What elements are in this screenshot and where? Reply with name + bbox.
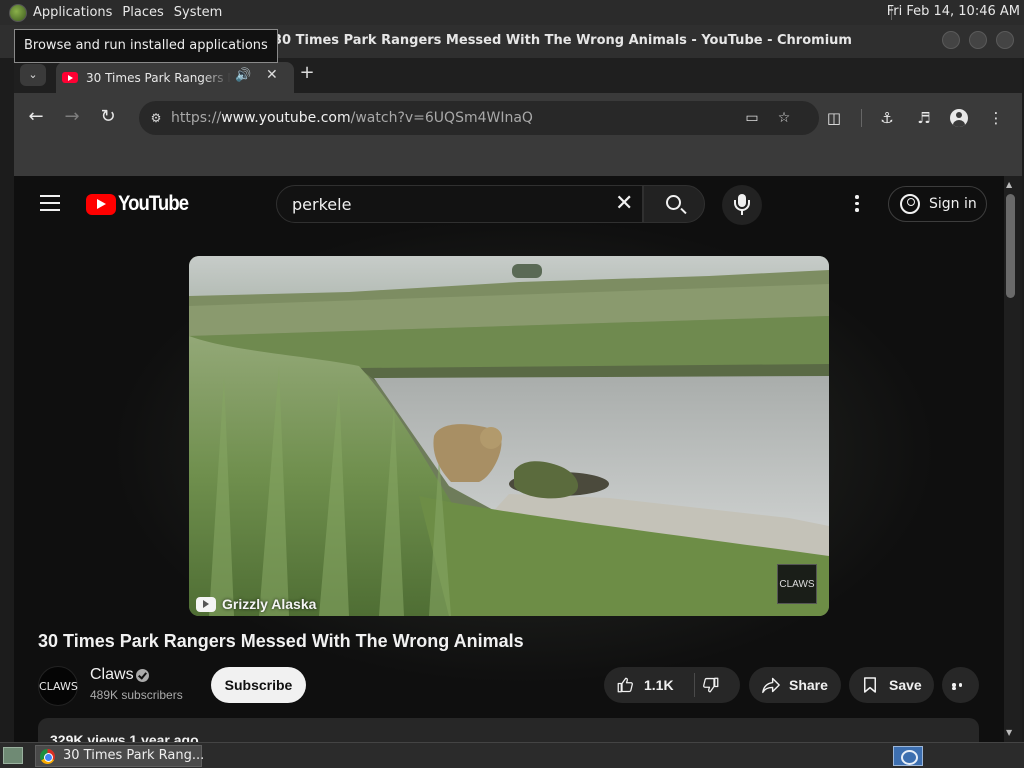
forward-button[interactable]: → [61,107,83,127]
install-app-icon[interactable]: ▭ [743,109,761,127]
dislike-thumb-down-icon[interactable] [702,676,720,694]
workspace-switcher-icon[interactable] [893,746,923,766]
save-button[interactable]: Save [849,667,934,703]
close-window-button[interactable] [996,31,1014,49]
channel-avatar[interactable]: CLAWS [38,666,78,706]
chromium-icon [40,749,55,764]
youtube-play-icon [86,193,116,215]
settings-menu-icon[interactable] [855,195,861,213]
bookmark-star-icon[interactable]: ☆ [775,109,793,127]
subscriber-count: 489K subscribers [90,688,183,702]
profile-avatar-icon[interactable] [950,109,968,127]
account-circle-icon [900,194,920,214]
view-count-and-date: 329K views 1 year ago [50,732,199,742]
top-panel: Applications Places System Fri Feb 14, 1… [0,0,1024,25]
maximize-window-button[interactable] [969,31,987,49]
chevron-down-icon: ⌄ [28,68,38,81]
taskbar-window-chromium[interactable]: 30 Times Park Rang... [35,745,205,767]
system-menu[interactable]: System [174,5,232,20]
close-tab-icon[interactable]: ✕ [266,67,278,83]
clear-search-icon[interactable]: ✕ [615,193,633,215]
youtube-wordmark: YouTube [118,192,189,215]
video-frame [189,256,829,616]
description-box[interactable]: 329K views 1 year ago [38,718,979,742]
show-desktop-icon[interactable] [3,747,23,764]
hamburger-menu-icon[interactable] [40,195,60,211]
tab-title: 30 Times Park Rangers Messed With The Wr… [86,71,231,85]
window-title: 30 Times Park Rangers Messed With The Wr… [273,33,852,48]
back-button[interactable]: ← [25,107,47,127]
video-player[interactable]: Grizzly Alaska CLAWS [189,256,829,616]
toolbar-band [14,143,1022,176]
video-watermark: Grizzly Alaska [196,596,316,612]
save-label: Save [889,677,922,693]
scroll-down-icon[interactable]: ▼ [1006,728,1012,737]
more-actions-button[interactable] [942,667,979,703]
youtube-mini-icon [196,596,216,612]
page-scrollbar[interactable]: ▲ ▼ [1004,176,1022,742]
media-controls-icon[interactable]: ♬ [914,108,934,128]
like-count[interactable]: 1.1K [644,677,674,693]
address-bar[interactable]: ⚙ https://www.youtube.com/watch?v=6UQSm4… [139,101,819,135]
clock[interactable]: Fri Feb 14, 10:46 AM [887,4,1020,19]
channel-name[interactable]: Claws [90,666,134,684]
youtube-favicon-icon [62,72,78,83]
extensions-icon[interactable]: ◫ [824,108,844,128]
bottom-taskbar: 30 Times Park Rang... [0,742,1024,768]
desktop: Applications Places System Fri Feb 14, 1… [0,0,1024,768]
tab-strip: ⌄ 30 Times Park Rangers Messed With The … [14,58,1022,93]
sign-in-label: Sign in [929,196,977,212]
scrollbar-thumb[interactable] [1006,194,1015,298]
like-thumb-up-icon[interactable] [616,676,634,694]
scroll-up-icon[interactable]: ▲ [1006,180,1012,189]
bookmark-icon [864,677,876,693]
search-icon [666,195,681,210]
tab-youtube-video[interactable]: 30 Times Park Rangers Messed With The Wr… [56,62,294,93]
labs-flask-icon[interactable]: ⚓ [877,108,897,128]
search-input[interactable] [292,194,592,214]
audio-playing-icon[interactable]: 🔊 [235,68,251,83]
channel-watermark-logo[interactable]: CLAWS [777,564,817,604]
toolbar-separator [861,109,862,127]
browser-menu-icon[interactable]: ⋮ [986,108,1006,128]
taskbar-window-label: 30 Times Park Rang... [63,748,205,763]
verified-badge-icon [136,669,149,682]
subscribe-button[interactable]: Subscribe [211,667,306,703]
places-menu[interactable]: Places [122,5,173,20]
distro-logo-icon[interactable] [9,3,27,22]
like-divider [694,673,695,697]
site-info-icon[interactable]: ⚙ [147,109,165,127]
plus-icon: + [299,62,315,83]
reload-button[interactable]: ↻ [97,107,119,127]
applications-menu[interactable]: Applications [33,5,122,20]
minimize-window-button[interactable] [942,31,960,49]
tab-search-button[interactable]: ⌄ [20,64,46,86]
youtube-page: YouTube ✕ Sign in [14,176,1004,742]
applications-tooltip: Browse and run installed applications [14,29,278,63]
like-dislike-group: 1.1K [604,667,740,703]
new-tab-button[interactable]: + [297,62,317,83]
microphone-icon [734,194,750,215]
share-button[interactable]: Share [749,667,841,703]
youtube-logo[interactable]: YouTube [86,192,198,215]
share-label: Share [789,677,828,693]
url-text[interactable]: https://www.youtube.com/watch?v=6UQSm4WI… [171,110,533,126]
more-horizontal-icon [952,683,970,690]
video-title: 30 Times Park Rangers Messed With The Wr… [38,631,524,651]
browser-toolbar: ← → ↻ ⚙ https://www.youtube.com/watch?v=… [14,93,1022,143]
share-arrow-icon [762,677,780,694]
